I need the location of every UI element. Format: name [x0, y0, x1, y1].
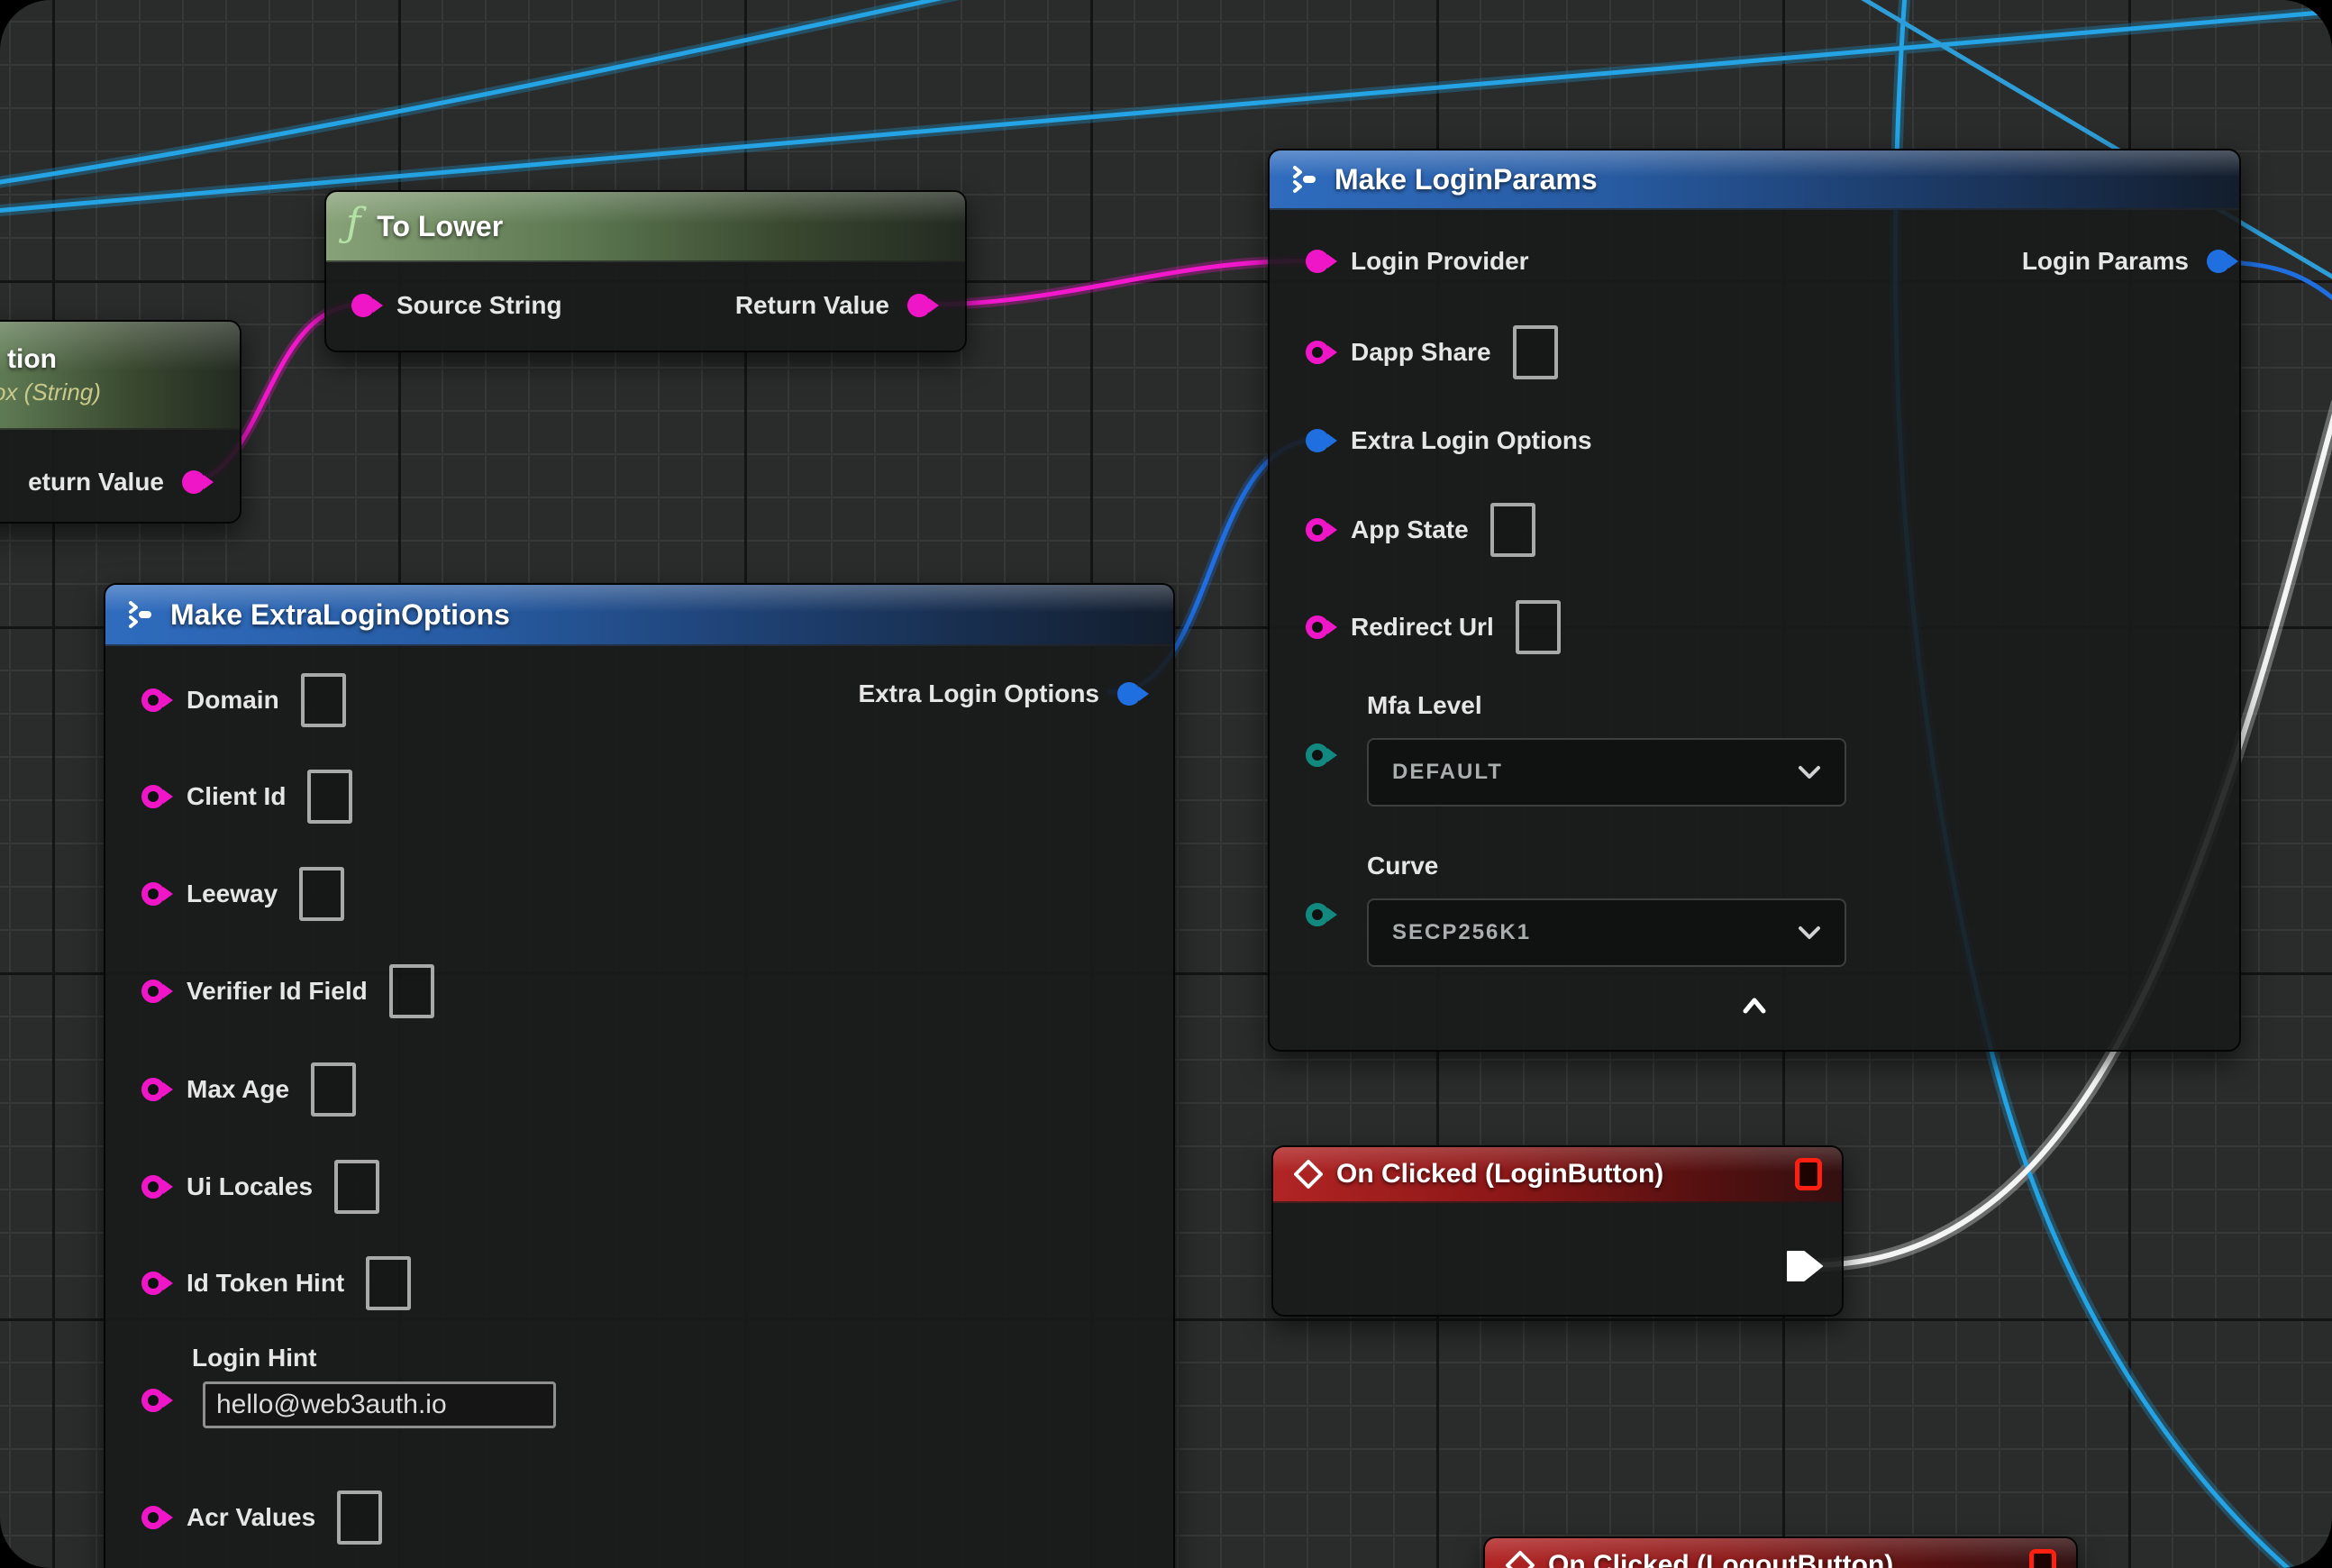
curve-value: SECP256K1	[1392, 920, 1531, 945]
id-token-hint-label: Id Token Hint	[187, 1269, 344, 1298]
redirect-url-pin[interactable]	[1306, 615, 1329, 639]
domain-value-box[interactable]	[301, 673, 346, 727]
blueprint-graph-canvas[interactable]: tion ox (String) eturn Value ƒ To Lower …	[0, 0, 2332, 1568]
extra-login-options-out-pin[interactable]	[1117, 682, 1141, 706]
node-to-lower[interactable]: ƒ To Lower Source String Return Value	[324, 190, 967, 352]
mfa-level-value: DEFAULT	[1392, 760, 1503, 785]
dapp-share-pin[interactable]	[1306, 341, 1329, 364]
source-string-pin[interactable]	[351, 294, 375, 317]
node-make-login-params-title: Make LoginParams	[1335, 163, 1598, 196]
max-age-value-box[interactable]	[311, 1062, 356, 1117]
redirect-url-value-box[interactable]	[1516, 600, 1561, 654]
chevron-down-icon	[1798, 764, 1821, 780]
login-hint-pin[interactable]	[141, 1389, 165, 1412]
ui-locales-pin[interactable]	[141, 1175, 165, 1199]
acr-values-pin[interactable]	[141, 1506, 165, 1529]
login-hint-label: Login Hint	[192, 1344, 316, 1372]
id-token-hint-pin[interactable]	[141, 1272, 165, 1295]
source-string-label: Source String	[396, 291, 562, 320]
collapse-node-icon[interactable]	[1741, 996, 1768, 1020]
node-fragment-title: tion	[0, 344, 57, 375]
login-params-out-pin[interactable]	[2207, 250, 2230, 273]
verifier-id-field-pin[interactable]	[141, 980, 165, 1003]
node-to-lower-title: To Lower	[377, 210, 503, 243]
acr-values-value-box[interactable]	[337, 1491, 382, 1545]
client-id-pin[interactable]	[141, 785, 165, 808]
dapp-share-label: Dapp Share	[1351, 338, 1491, 367]
node-make-extra-header[interactable]: Make ExtraLoginOptions	[105, 585, 1173, 646]
extra-login-options-in-pin[interactable]	[1306, 429, 1329, 452]
node-fragment-getter[interactable]: tion ox (String) eturn Value	[0, 320, 241, 524]
client-id-label: Client Id	[187, 782, 286, 811]
max-age-pin[interactable]	[141, 1078, 165, 1101]
fragment-return-value-label: eturn Value	[28, 468, 164, 497]
return-value-label: Return Value	[735, 291, 889, 320]
delegate-square-icon[interactable]	[1795, 1158, 1822, 1190]
extra-login-options-in-label: Extra Login Options	[1351, 426, 1592, 455]
node-make-login-params-header[interactable]: Make LoginParams	[1270, 150, 2239, 210]
verifier-id-field-label: Verifier Id Field	[187, 977, 368, 1006]
node-on-clicked-login-title: On Clicked (LoginButton)	[1336, 1159, 1663, 1190]
login-hint-input[interactable]	[203, 1381, 556, 1428]
make-struct-icon	[125, 599, 154, 630]
dapp-share-value-box[interactable]	[1513, 325, 1558, 379]
login-params-out-label: Login Params	[2022, 247, 2189, 276]
domain-label: Domain	[187, 686, 279, 715]
node-on-clicked-logout-header[interactable]: On Clicked (LogoutButton)	[1485, 1538, 2076, 1568]
chevron-down-icon	[1798, 925, 1821, 941]
client-id-value-box[interactable]	[307, 770, 352, 824]
fragment-return-value-pin[interactable]	[182, 470, 205, 494]
verifier-id-field-value-box[interactable]	[389, 964, 434, 1018]
redirect-url-label: Redirect Url	[1351, 613, 1494, 642]
node-fragment-subtitle: ox (String)	[0, 378, 101, 406]
leeway-label: Leeway	[187, 880, 278, 908]
extra-login-options-out-label: Extra Login Options	[858, 679, 1099, 708]
make-struct-icon	[1289, 164, 1318, 195]
ui-locales-value-box[interactable]	[334, 1160, 379, 1214]
domain-pin[interactable]	[141, 688, 165, 712]
mfa-level-pin[interactable]	[1306, 743, 1329, 767]
acr-values-label: Acr Values	[187, 1503, 315, 1532]
node-on-clicked-login-button[interactable]: On Clicked (LoginButton)	[1271, 1145, 1844, 1317]
app-state-label: App State	[1351, 515, 1469, 544]
login-provider-label: Login Provider	[1351, 247, 1529, 276]
curve-dropdown[interactable]: SECP256K1	[1367, 898, 1846, 967]
node-make-extra-login-options[interactable]: Make ExtraLoginOptions Domain Client Id …	[104, 583, 1175, 1568]
exec-output-pin[interactable]	[1784, 1248, 1826, 1284]
return-value-pin[interactable]	[907, 294, 931, 317]
app-state-value-box[interactable]	[1490, 503, 1535, 557]
id-token-hint-value-box[interactable]	[366, 1256, 411, 1310]
login-provider-pin[interactable]	[1306, 250, 1329, 273]
node-on-clicked-login-header[interactable]: On Clicked (LoginButton)	[1273, 1147, 1842, 1203]
node-make-login-params[interactable]: Make LoginParams Login Provider Dapp Sha…	[1268, 149, 2241, 1052]
leeway-pin[interactable]	[141, 882, 165, 906]
mfa-level-label: Mfa Level	[1367, 691, 1482, 720]
node-to-lower-header[interactable]: ƒ To Lower	[326, 192, 965, 262]
ui-locales-label: Ui Locales	[187, 1172, 313, 1201]
node-fragment-header[interactable]: tion ox (String)	[0, 322, 240, 430]
mfa-level-dropdown[interactable]: DEFAULT	[1367, 738, 1846, 807]
max-age-label: Max Age	[187, 1075, 289, 1104]
delegate-square-icon[interactable]	[2029, 1549, 2056, 1568]
function-icon: ƒ	[346, 204, 360, 243]
leeway-value-box[interactable]	[299, 867, 344, 921]
node-make-extra-title: Make ExtraLoginOptions	[170, 598, 510, 632]
event-diamond-icon	[1505, 1550, 1535, 1568]
node-on-clicked-logout-button[interactable]: On Clicked (LogoutButton)	[1483, 1536, 2078, 1568]
curve-label: Curve	[1367, 852, 1438, 880]
node-on-clicked-logout-title: On Clicked (LogoutButton)	[1548, 1550, 1893, 1568]
app-state-pin[interactable]	[1306, 518, 1329, 542]
event-diamond-icon	[1293, 1159, 1324, 1190]
curve-pin[interactable]	[1306, 903, 1329, 926]
